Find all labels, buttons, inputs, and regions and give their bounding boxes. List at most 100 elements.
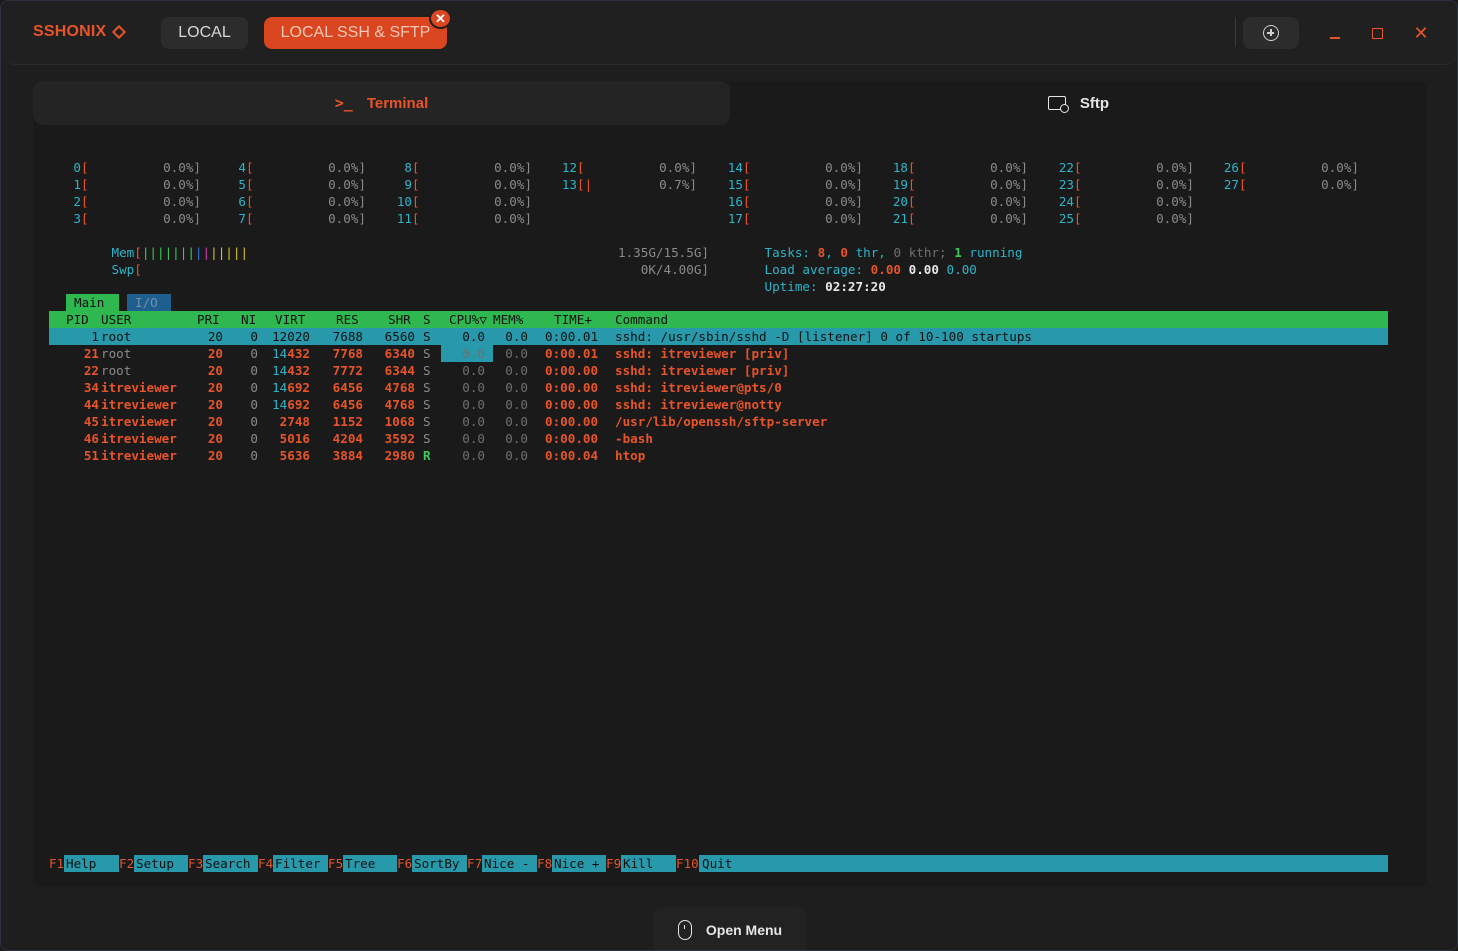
cpu-percent: 0.0%]	[494, 177, 532, 192]
new-tab-button[interactable]	[1243, 17, 1299, 49]
col-time[interactable]: TIME+	[554, 311, 592, 328]
cpu-percent: 0.0%]	[1156, 177, 1194, 192]
cell-ni: 0	[250, 448, 258, 463]
meter-bracket: [	[246, 194, 254, 209]
meter-bracket: [	[81, 160, 89, 175]
fkey-f5[interactable]: F5	[328, 855, 344, 872]
cell-shr: 4768	[384, 380, 415, 395]
col-mem[interactable]: MEM%	[493, 311, 523, 328]
tab-sftp[interactable]: Sftp	[730, 81, 1427, 125]
table-row[interactable]: 44 itreviewer 20 0 14692 6456 4768 S 0.0 0.0 0:00.…	[49, 396, 1388, 413]
tab-local[interactable]: LOCAL	[161, 17, 248, 49]
fkey-f1[interactable]: F1	[49, 855, 65, 872]
fkey-label-nice[interactable]: Nice -	[484, 855, 530, 872]
table-row[interactable]: 46 itreviewer 20 0 5016 4204 3592 S 0.0 0.0 0:00.0…	[49, 430, 1388, 447]
cpu-meter-21: 21[0.0%]	[876, 210, 1028, 227]
cpu-percent: 0.0%]	[494, 160, 532, 175]
col-pri[interactable]: PRI	[197, 311, 220, 328]
table-row[interactable]: 45 itreviewer 20 0 2748 1152 1068 S 0.0 0.0 0:00.0…	[49, 413, 1388, 430]
cell-virt: 14432	[272, 363, 310, 378]
terminal-output[interactable]: 0[0.0%] 1[0.0%] 2[0.0%] 3[0.0%] 4[0.0%] 5[0.0…	[49, 151, 1389, 872]
cell-mem: 0.0	[505, 431, 528, 446]
cpu-id: 23	[1058, 177, 1074, 192]
cell-pri: 20	[207, 329, 223, 344]
cell-pid: 51	[83, 448, 99, 463]
maximize-button[interactable]	[1367, 23, 1387, 43]
cell-cmd: -bash	[615, 431, 653, 446]
cell-cpu: 0.0	[462, 431, 485, 446]
col-ni[interactable]: NI	[241, 311, 256, 328]
col-command[interactable]: Command	[615, 311, 668, 328]
fkey-label-search[interactable]: Search	[205, 855, 251, 872]
fkey-f7[interactable]: F7	[467, 855, 483, 872]
col-res[interactable]: RES	[336, 311, 359, 328]
cell-time: 0:00.00	[545, 380, 599, 395]
cpu-id: 14	[727, 160, 743, 175]
tab-main[interactable]: Main	[66, 294, 119, 311]
cell-time: 0:00.00	[545, 363, 599, 378]
close-tab-icon[interactable]: ✕	[429, 8, 452, 29]
fkey-label-setup[interactable]: Setup	[136, 855, 174, 872]
cell-pid: 44	[83, 397, 99, 412]
cell-s: S	[423, 363, 431, 378]
table-row[interactable]: 21 root 20 0 14432 7768 6340 S 0.0 0.0 0:00.01 sshd…	[49, 345, 1388, 362]
cpu-id: 15	[727, 177, 743, 192]
fkey-f6[interactable]: F6	[397, 855, 413, 872]
tab-io[interactable]: I/O	[127, 294, 171, 311]
fkey-label-filter[interactable]: Filter	[275, 855, 321, 872]
fkey-label-tree[interactable]: Tree	[345, 855, 375, 872]
mem-value: 1.35G/15.5G]	[559, 227, 709, 260]
cell-pri: 20	[207, 448, 223, 463]
minimize-button[interactable]	[1325, 23, 1345, 43]
table-row[interactable]: 1 root 20 0 12020 7688 6560 S 0.0 0.0 0:00.01 sshd:…	[49, 328, 1388, 345]
cpu-id: 27	[1223, 177, 1239, 192]
fkey-f3[interactable]: F3	[188, 855, 204, 872]
fkey-f8[interactable]: F8	[537, 855, 553, 872]
cell-mem: 0.0	[505, 448, 528, 463]
cpu-meter-12: 12[0.0%]	[545, 159, 697, 176]
cell-cpu: 0.0	[462, 329, 485, 344]
fkey-f4[interactable]: F4	[258, 855, 274, 872]
open-menu-button[interactable]: Open Menu	[653, 907, 807, 950]
tab-terminal[interactable]: >_ Terminal	[33, 81, 730, 125]
cell-s: S	[423, 397, 431, 412]
fkey-f2[interactable]: F2	[119, 855, 135, 872]
fkey-label-quit[interactable]: Quit	[702, 855, 732, 872]
col-shr[interactable]: SHR	[388, 311, 411, 328]
fkey-f9[interactable]: F9	[606, 855, 622, 872]
col-pid[interactable]: PID	[66, 311, 89, 328]
cpu-percent: 0.0%]	[163, 194, 201, 209]
meter-bracket: [	[908, 177, 916, 192]
fkey-label-nice[interactable]: Nice +	[554, 855, 600, 872]
cell-shr: 2980	[384, 448, 415, 463]
cpu-id: 4	[238, 160, 246, 175]
cpu-percent: 0.0%]	[163, 177, 201, 192]
cpu-meter-8: 8[0.0%]	[380, 159, 532, 176]
col-user[interactable]: USER	[101, 311, 131, 328]
swp-value-text: 0K/4.00G]	[640, 262, 709, 277]
cpu-percent: 0.0%]	[328, 177, 366, 192]
cpu-id: 0	[73, 160, 81, 175]
cell-s: S	[423, 346, 431, 361]
cell-virt: 14692	[272, 397, 310, 412]
close-window-button[interactable]: ✕	[1411, 23, 1431, 43]
tasks-line: Tasks: 8, 0 thr, 0 kthr; 1 running	[764, 245, 1023, 260]
table-row[interactable]: 34 itreviewer 20 0 14692 6456 4768 S 0.0 0.0 0:00.…	[49, 379, 1388, 396]
cpu-id: 18	[892, 160, 908, 175]
table-row[interactable]: 51 itreviewer 20 0 5636 3884 2980 R 0.0 0.0 0:00.0…	[49, 447, 1388, 464]
col-virt[interactable]: VIRT	[275, 311, 305, 328]
fkey-label-help[interactable]: Help	[66, 855, 96, 872]
cell-mem: 0.0	[505, 397, 528, 412]
meter-bracket: [	[412, 194, 420, 209]
fkey-f10[interactable]: F10	[676, 855, 699, 872]
fkey-label-sortby[interactable]: SortBy	[414, 855, 460, 872]
cpu-id: 22	[1058, 160, 1074, 175]
tab-local-ssh-sftp[interactable]: LOCAL SSH & SFTP	[264, 17, 447, 49]
fkey-label-kill[interactable]: Kill	[623, 855, 653, 872]
col-s[interactable]: S	[423, 311, 431, 328]
meter-bracket: [	[908, 194, 916, 209]
col-cpu[interactable]: CPU%▽	[449, 311, 487, 328]
cpu-meters: 0[0.0%] 1[0.0%] 2[0.0%] 3[0.0%] 4[0.0%] 5[0.0…	[49, 159, 1389, 229]
cpu-meter-5: 5[0.0%]	[214, 176, 366, 193]
table-row[interactable]: 22 root 20 0 14432 7772 6344 S 0.0 0.0 0:00.00 sshd…	[49, 362, 1388, 379]
